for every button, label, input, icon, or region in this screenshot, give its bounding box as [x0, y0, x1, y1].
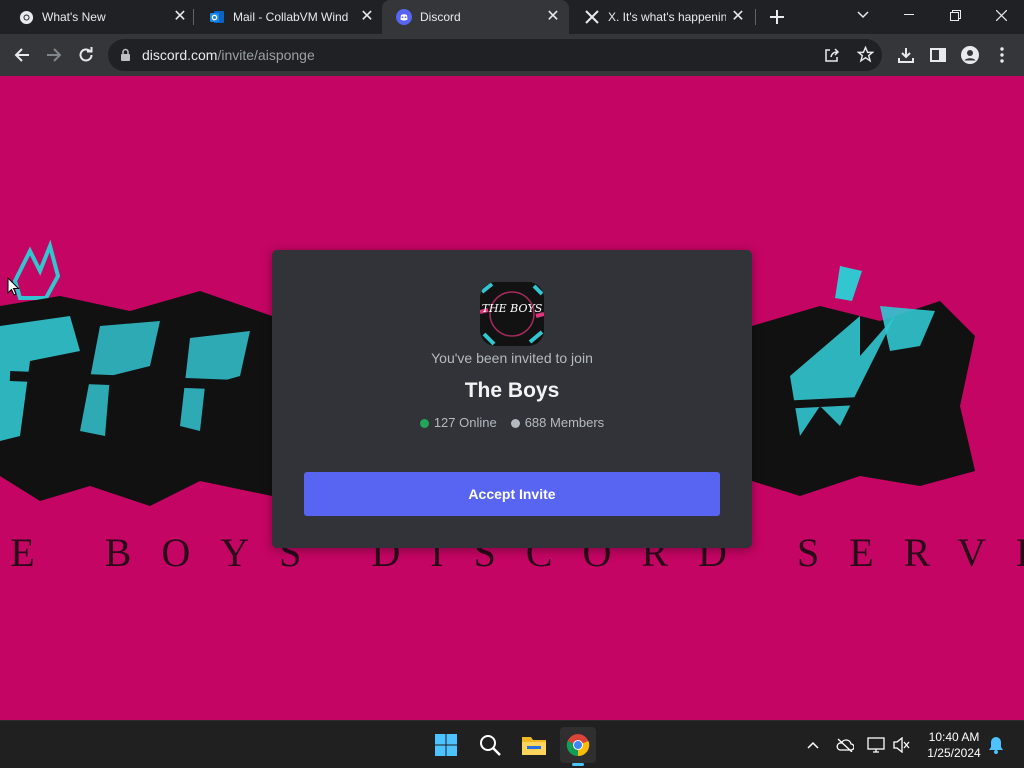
close-tab-icon[interactable]: ✕ — [359, 9, 375, 25]
close-tab-icon[interactable]: ✕ — [172, 9, 188, 25]
search-button[interactable] — [472, 727, 508, 763]
member-count-text: 688 Members — [524, 415, 605, 430]
members-status-icon — [510, 418, 520, 428]
close-tab-icon[interactable]: ✕ — [545, 9, 561, 25]
clock-time: 10:40 AM — [928, 730, 980, 744]
close-icon — [995, 9, 1007, 21]
tab-separator — [193, 9, 194, 25]
new-tab-button[interactable] — [754, 2, 800, 32]
file-explorer-button[interactable] — [516, 727, 552, 763]
onedrive-button[interactable] — [835, 735, 855, 755]
close-tab-icon[interactable]: ✕ — [730, 9, 746, 25]
plus-icon — [770, 10, 784, 24]
mouse-cursor-icon — [7, 277, 20, 296]
online-status-icon — [419, 418, 429, 428]
start-button[interactable] — [428, 727, 464, 763]
bell-icon — [989, 737, 1003, 754]
restore-button[interactable] — [932, 0, 978, 30]
chrome-icon — [566, 734, 590, 757]
tab-whats-new[interactable]: What's New ✕ — [4, 0, 194, 34]
network-icon — [867, 737, 885, 753]
download-icon — [898, 48, 914, 63]
taskbar: 10:40 AM 1/25/2024 — [0, 720, 1024, 768]
restore-icon — [949, 9, 961, 21]
url-text: discord.com/invite/aisponge — [142, 47, 315, 63]
network-button[interactable] — [866, 735, 886, 755]
online-count-text: 127 Online — [433, 415, 497, 430]
x-icon — [584, 9, 600, 25]
show-hidden-icons-button[interactable] — [803, 735, 823, 755]
tab-title: What's New — [42, 10, 106, 24]
active-app-indicator — [572, 763, 584, 766]
page-content: THE BOYS DISCORD SERVER THE BOYS You've … — [0, 76, 1024, 720]
volume-mute-icon — [893, 737, 910, 753]
url-domain: discord.com — [142, 47, 218, 63]
chrome-icon — [18, 9, 34, 25]
search-icon — [480, 735, 501, 756]
tab-title: Discord — [420, 10, 461, 24]
member-counts: 127 Online 688 Members — [272, 416, 752, 430]
chevron-down-icon — [857, 11, 869, 19]
minimize-button[interactable] — [886, 0, 932, 30]
server-icon-text: THE BOYS — [482, 302, 543, 315]
minimize-icon — [904, 14, 914, 15]
folder-icon — [522, 737, 546, 755]
share-icon[interactable] — [824, 47, 840, 68]
clock-date: 1/25/2024 — [927, 746, 981, 760]
chevron-up-icon — [807, 741, 819, 749]
tab-strip: What's New ✕ Mail - CollabVM Wind ✕ Disc… — [0, 0, 1024, 34]
profile-button[interactable] — [956, 41, 984, 69]
url-path: /invite/aisponge — [217, 47, 315, 63]
outlook-icon — [209, 9, 225, 25]
clock[interactable]: 10:40 AM 1/25/2024 — [916, 729, 992, 761]
invite-card: THE BOYS You've been invited to join The… — [272, 250, 752, 548]
online-count: 127 Online — [419, 415, 497, 430]
server-name: The Boys — [464, 379, 560, 402]
notifications-button[interactable] — [986, 735, 1006, 755]
volume-button[interactable] — [892, 735, 912, 755]
tab-x[interactable]: X. It's what's happenin ✕ — [570, 0, 756, 34]
back-button[interactable] — [8, 41, 36, 69]
reload-icon — [79, 47, 93, 62]
tab-search-button[interactable] — [840, 0, 886, 30]
close-window-button[interactable] — [978, 0, 1024, 30]
accept-invite-button[interactable]: Accept Invite — [304, 472, 720, 516]
address-bar[interactable]: discord.com/invite/aisponge — [108, 39, 882, 71]
member-count: 688 Members — [510, 415, 605, 430]
tab-mail[interactable]: Mail - CollabVM Wind ✕ — [195, 0, 381, 34]
downloads-button[interactable] — [892, 41, 920, 69]
menu-button[interactable] — [988, 41, 1016, 69]
side-panel-icon — [930, 48, 946, 62]
side-panel-button[interactable] — [924, 41, 952, 69]
cloud-off-icon — [836, 738, 854, 752]
forward-button[interactable] — [40, 41, 68, 69]
server-icon: THE BOYS — [480, 282, 544, 346]
star-icon[interactable] — [856, 45, 875, 68]
arrow-left-icon — [14, 48, 29, 62]
windows-icon — [435, 734, 457, 756]
profile-icon — [961, 46, 979, 64]
tab-title: Mail - CollabVM Wind — [233, 10, 349, 24]
lock-icon — [120, 48, 131, 66]
reload-button[interactable] — [72, 41, 100, 69]
chrome-taskbar-button[interactable] — [560, 727, 596, 766]
more-vert-icon — [1000, 47, 1004, 63]
tab-discord[interactable]: Discord ✕ — [382, 0, 569, 34]
discord-icon — [396, 9, 412, 25]
browser-toolbar: discord.com/invite/aisponge — [0, 34, 1024, 76]
tab-title: X. It's what's happenin — [608, 10, 726, 24]
invite-prompt: You've been invited to join — [431, 350, 593, 366]
arrow-right-icon — [47, 48, 62, 62]
